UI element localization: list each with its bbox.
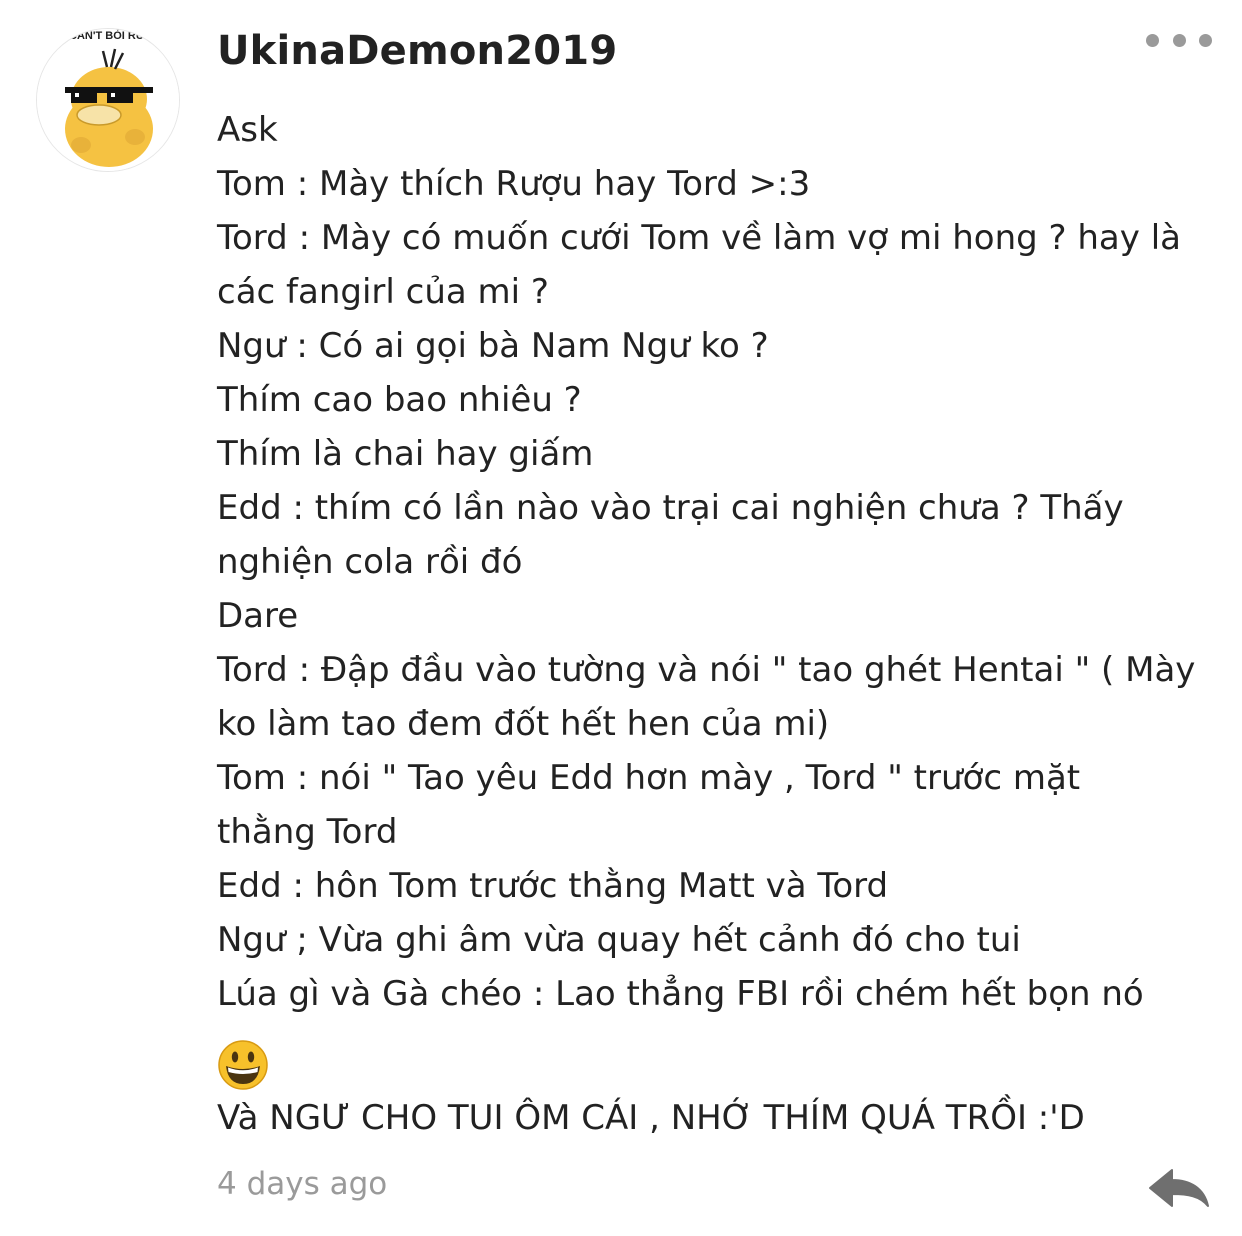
comment-author[interactable]: UkinaDemon2019 (217, 28, 617, 74)
comment-line: Tord : Mày có muốn cưới Tom về làm vợ mi… (217, 218, 1181, 258)
comment-line: thằng Tord (217, 812, 398, 852)
comment-line: Thím là chai hay giấm (217, 434, 594, 474)
comment-line: Lúa gì và Gà chéo : Lao thẳng FBI rồi ch… (217, 974, 1144, 1014)
comment-line: Ask (217, 110, 278, 150)
more-dot (1199, 33, 1212, 47)
reply-arrow-icon[interactable] (1146, 1164, 1212, 1212)
comment-line: Ngư : Có ai gọi bà Nam Ngư ko ? (217, 326, 769, 366)
more-dot (1172, 33, 1186, 47)
avatar-caption: CAN'T BỎI RƯ (69, 29, 146, 42)
comment-line: Tom : nói " Tao yêu Edd hơn mày , Tord "… (217, 758, 1081, 798)
comment-body: Ask Tom : Mày thích Rượu hay Tord >:3 To… (217, 103, 1217, 1021)
comment-line: Tord : Đập đầu vào tường và nói " tao gh… (217, 650, 1196, 690)
comment-line: Ngư ; Vừa ghi âm vừa quay hết cảnh đó ch… (217, 920, 1021, 960)
comment-line: nghiện cola rồi đó (217, 542, 523, 582)
more-options-icon[interactable] (1146, 26, 1212, 54)
comment-line: ko làm tao đem đốt hết hen của mi) (217, 704, 830, 744)
comment-line: Tom : Mày thích Rượu hay Tord >:3 (217, 164, 811, 204)
comment-line: Edd : hôn Tom trước thằng Matt và Tord (217, 866, 889, 906)
comment-timestamp: 4 days ago (217, 1166, 388, 1202)
comment-line: Edd : thím có lần nào vào trại cai nghiệ… (217, 488, 1124, 528)
grinning-face-emoji (217, 1040, 277, 1090)
more-dot (1146, 33, 1159, 47)
comment-line: Thím cao bao nhiêu ? (217, 380, 582, 420)
comment-last-line: Và NGƯ CHO TUI ÔM CÁI , NHỚ THÍM QUÁ TRỒ… (217, 1098, 1085, 1138)
comment-line: các fangirl của mi ? (217, 272, 549, 312)
avatar[interactable]: CAN'T BỎI RƯ (36, 28, 180, 172)
comment-line: Dare (217, 596, 299, 636)
